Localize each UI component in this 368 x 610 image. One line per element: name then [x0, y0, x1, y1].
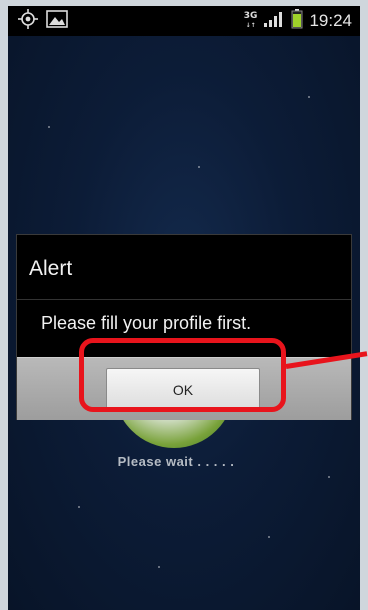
star: [268, 536, 270, 538]
loading-text: Please wait . . . . .: [117, 454, 235, 469]
star: [48, 126, 50, 128]
star: [158, 566, 160, 568]
gps-icon: [18, 9, 38, 33]
annotation-highlight: [79, 338, 286, 412]
status-bar: 3G ↓↑ 19:24: [8, 6, 360, 36]
clock: 19:24: [309, 11, 352, 30]
dialog-message: Please fill your profile first.: [41, 313, 252, 333]
star: [78, 506, 80, 508]
star: [198, 166, 200, 168]
network-indicator: 3G ↓↑: [243, 11, 258, 30]
image-icon: [46, 10, 68, 32]
dialog-title: Alert: [29, 257, 73, 280]
star: [328, 476, 330, 478]
dialog-divider: [17, 299, 351, 300]
star: [308, 96, 310, 98]
signal-icon: [263, 10, 285, 32]
battery-icon: [291, 9, 303, 33]
